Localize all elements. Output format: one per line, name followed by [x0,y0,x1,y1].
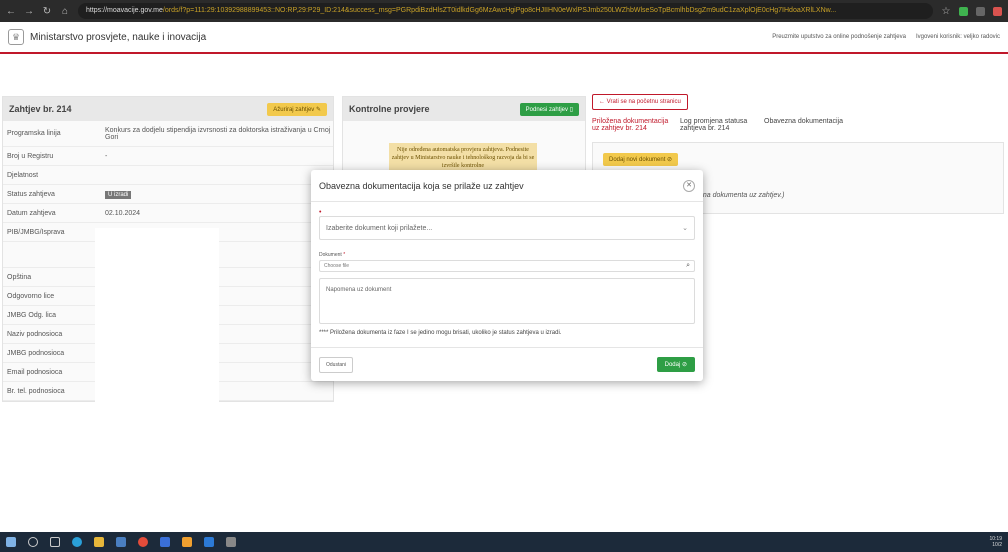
app-icon[interactable] [204,537,214,547]
edge-icon[interactable] [72,537,82,547]
checks-title: Kontrolne provjere [349,104,430,114]
calendar-icon[interactable] [116,537,126,547]
app-title: Ministarstvo prosvjete, nauke i inovacij… [30,31,207,43]
row-value: 02.10.2024 [105,209,141,217]
star-icon[interactable]: ☆ [941,6,951,17]
row-label: Datum zahtjeva [7,209,56,217]
tab-attached-documents[interactable]: Priložena dokumentacija uz zahtjev br. 2… [592,118,672,132]
row-label: Djelatnost [7,171,39,179]
required-star: * [343,252,346,258]
edit-request-label: Ažuriraj zahtjev [273,106,315,113]
row-value: - [105,152,108,160]
tab-status-log[interactable]: Log promjena statusa zahtjeva br. 214 [680,118,756,132]
row-value: Konkurs za dodjelu stipendija izvrsnosti… [105,126,331,141]
search-icon[interactable] [28,537,38,547]
browser-toolbar: ← → ↻ ⌂ https://moavacije.gov.me/ords/f?… [0,0,1008,22]
document-tabs: Priložena dokumentacija uz zahtjev br. 2… [592,118,1004,132]
redacted-area [95,228,219,414]
tab-required-documents[interactable]: Obavezna dokumentacija [764,118,843,132]
row-label: Opština [7,273,32,281]
status-cell: U izradi [105,190,333,199]
back-home-button[interactable]: ← Vrati se na početnu stranicu [592,94,688,110]
row-label: Odgovorno lice [7,292,55,300]
note-placeholder: Napomena uz dokument [326,287,392,293]
extension-icon[interactable] [976,6,985,16]
back-home-label: Vrati se na početnu stranicu [606,99,681,105]
add-button[interactable]: Dodaj ⊘ [656,357,695,372]
document-label-text: Dokument [319,252,342,258]
app-icon[interactable] [226,537,236,547]
header-right: Preuzmite uputstvo za online podnošenje … [772,34,1008,40]
row-label: JMBG Odg. lica [7,311,57,319]
forward-arrow-icon[interactable]: → [24,6,34,17]
task-view-icon[interactable] [50,537,60,547]
file-placeholder: Choose file [324,263,350,269]
row-label: Naziv podnosioca [7,330,63,338]
table-row: Datum zahtjeva 02.10.2024 [3,204,333,223]
note-textarea[interactable]: Napomena uz dokument [319,278,695,324]
chrome-icon[interactable] [138,537,148,547]
row-label: PIB/JMBG/Isprava [7,228,65,236]
add-button-label: Dodaj [664,362,681,368]
crest-icon: ♛ [8,29,24,45]
file-input[interactable]: Choose file ⌕ [319,260,695,272]
user-menu[interactable]: Ivgoveni korisnik: veljko radovic [916,34,1000,40]
modal-body: • Izaberite dokument koji prilažete... ⌄… [311,202,703,336]
row-label: Br. tel. podnosioca [7,387,65,395]
home-icon[interactable]: ⌂ [60,6,70,17]
file-browse-icon[interactable]: ⌕ [686,262,690,270]
request-panel-header: Zahtjev br. 214 Ažuriraj zahtjev ✎ [3,97,333,121]
app-icon[interactable] [160,537,170,547]
table-row: Programska linija Konkurs za dodjelu sti… [3,121,333,147]
request-title: Zahtjev br. 214 [9,104,72,114]
clock-date: 10/2 [992,542,1002,548]
row-label: Broj u Registru [7,152,54,160]
back-arrow-icon[interactable]: ← [6,6,16,17]
close-icon[interactable]: ✕ [683,179,695,192]
file-explorer-icon[interactable] [94,537,104,547]
app-icon[interactable] [182,537,192,547]
address-bar[interactable]: https://moavacije.gov.me/ords/f?p=111:29… [78,3,933,19]
table-row: Broj u Registru - [3,147,333,166]
system-clock[interactable]: 10:19 10/2 [989,536,1008,548]
reload-icon[interactable]: ↻ [42,6,52,17]
row-label: Email podnosioca [7,368,63,376]
url-host: https://moavacije.gov.me [86,7,163,14]
table-row: Djelatnost [3,166,333,185]
status-badge: U izradi [105,190,132,199]
document-label: Dokument * [319,252,695,258]
empty-documents-text: ena dokumenta uz zahtjev.) [699,192,785,199]
edit-request-button[interactable]: Ažuriraj zahtjev ✎ [267,102,327,116]
checks-panel: Kontrolne provjere Podnesi zahtjev ▯ Nij… [342,96,586,180]
modal-header: Obavezna dokumentacija koja se prilaže u… [311,170,703,202]
url-path: /ords/f?p=111:29:10392988899453::NO:RP,2… [162,7,837,14]
add-document-label: Dodaj novi dokument [609,157,666,163]
required-documents-modal: Obavezna dokumentacija koja se prilaže u… [311,170,703,381]
extension-icon[interactable] [993,6,1002,16]
cancel-button[interactable]: Odustani [319,356,354,373]
extension-icon[interactable] [959,6,968,16]
row-label: Status zahtjeva [7,190,55,198]
chevron-down-icon: ⌄ [682,225,688,232]
info-note: **** Priložena dokumenta iz faze I se je… [319,330,562,336]
modal-title: Obavezna dokumentacija koja se prilaže u… [319,180,524,191]
taskbar: 10:19 10/2 [0,532,1008,552]
checks-panel-header: Kontrolne provjere Podnesi zahtjev ▯ [343,97,585,121]
guide-link[interactable]: Preuzmite uputstvo za online podnošenje … [772,34,906,40]
row-label: JMBG podnosioca [7,349,65,357]
submit-request-label: Podnesi zahtjev [525,106,569,113]
app-header: ♛ Ministarstvo prosvjete, nauke i inovac… [0,22,1008,54]
table-row: Status zahtjeva U izradi [3,185,333,204]
submit-request-button[interactable]: Podnesi zahtjev ▯ [519,102,579,116]
add-document-button[interactable]: Dodaj novi dokument ⊘ [603,153,679,166]
document-type-select[interactable]: Izaberite dokument koji prilažete... ⌄ [319,216,695,240]
row-label: Programska linija [7,130,61,137]
modal-footer: Odustani Dodaj ⊘ [311,347,703,381]
select-placeholder: Izaberite dokument koji prilažete... [326,224,433,232]
windows-start-icon[interactable] [6,537,16,547]
